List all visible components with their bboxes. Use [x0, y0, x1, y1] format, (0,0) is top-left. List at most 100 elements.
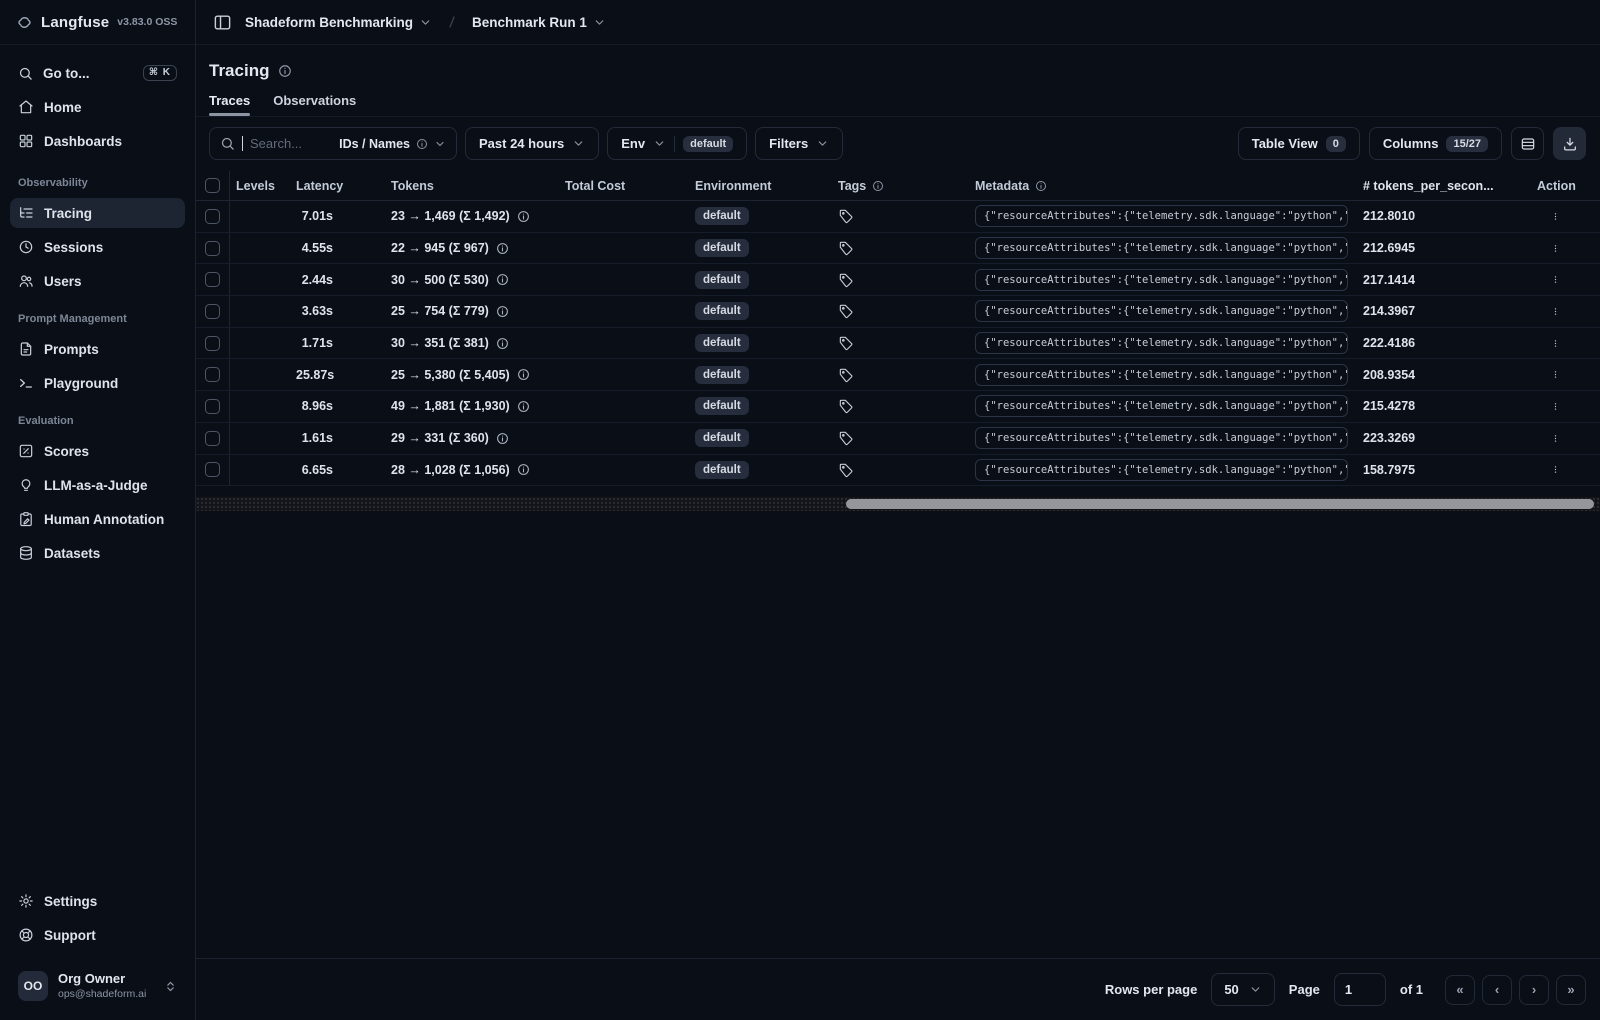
row-checkbox[interactable]	[205, 335, 220, 351]
row-checkbox[interactable]	[205, 272, 220, 288]
project-selector[interactable]: Benchmark Run 1	[472, 15, 606, 30]
kebab-menu-icon[interactable]	[1548, 209, 1563, 224]
info-icon[interactable]	[517, 368, 530, 381]
scrollbar-thumb[interactable]	[846, 499, 1594, 510]
last-page-button[interactable]: »	[1556, 974, 1586, 1005]
row-checkbox[interactable]	[205, 430, 220, 446]
header-tokens[interactable]: Tokens	[371, 179, 551, 193]
table-row[interactable]: 25.87s 25 → 5,380 (Σ 5,405) default {"re…	[196, 359, 1600, 392]
sidebar-item-datasets[interactable]: Datasets	[10, 538, 185, 568]
select-all-checkbox[interactable]	[205, 178, 220, 193]
table-row[interactable]: 7.01s 23 → 1,469 (Σ 1,492) default {"res…	[196, 201, 1600, 233]
tag-icon[interactable]	[838, 240, 854, 256]
metadata-preview[interactable]: {"resourceAttributes":{"telemetry.sdk.la…	[975, 363, 1348, 386]
row-checkbox[interactable]	[205, 303, 220, 319]
sidebar-item-home[interactable]: Home	[10, 92, 185, 122]
info-icon[interactable]	[496, 432, 509, 445]
info-icon[interactable]	[517, 400, 530, 413]
sidebar-item-users[interactable]: Users	[10, 266, 185, 296]
table-row[interactable]: 4.55s 22 → 945 (Σ 967) default {"resourc…	[196, 232, 1600, 265]
prev-page-button[interactable]: ‹	[1482, 974, 1512, 1005]
next-page-button[interactable]: ›	[1519, 974, 1549, 1005]
metadata-preview[interactable]: {"resourceAttributes":{"telemetry.sdk.la…	[975, 237, 1348, 260]
row-checkbox[interactable]	[205, 367, 220, 383]
tag-icon[interactable]	[838, 335, 854, 351]
info-icon[interactable]	[517, 210, 530, 223]
header-total-cost[interactable]: Total Cost	[551, 179, 671, 193]
sidebar-item-tracing[interactable]: Tracing	[10, 198, 185, 228]
kebab-menu-icon[interactable]	[1548, 304, 1563, 319]
user-menu[interactable]: OO Org Owner ops@shadeform.ai	[10, 964, 185, 1008]
kebab-menu-icon[interactable]	[1548, 336, 1563, 351]
row-height-button[interactable]	[1511, 127, 1544, 160]
header-environment[interactable]: Environment	[671, 179, 811, 193]
table-row[interactable]: 8.96s 49 → 1,881 (Σ 1,930) default {"res…	[196, 391, 1600, 423]
info-icon[interactable]	[496, 273, 509, 286]
info-icon[interactable]	[496, 337, 509, 350]
search-mode-dropdown[interactable]: IDs / Names	[339, 137, 446, 151]
tag-icon[interactable]	[838, 398, 854, 414]
metadata-preview[interactable]: {"resourceAttributes":{"telemetry.sdk.la…	[975, 268, 1348, 291]
tag-icon[interactable]	[838, 303, 854, 319]
tab-traces[interactable]: Traces	[209, 93, 251, 116]
info-icon[interactable]	[496, 242, 509, 255]
env-dropdown[interactable]: Env default	[607, 127, 748, 160]
tab-observations[interactable]: Observations	[273, 93, 356, 116]
metadata-preview[interactable]: {"resourceAttributes":{"telemetry.sdk.la…	[975, 205, 1348, 228]
sidebar-toggle-button[interactable]	[209, 9, 235, 35]
org-selector[interactable]: Shadeform Benchmarking	[245, 15, 432, 30]
header-latency[interactable]: Latency	[296, 179, 371, 193]
goto-search[interactable]: Go to... ⌘ K	[10, 58, 185, 88]
kebab-menu-icon[interactable]	[1548, 462, 1563, 477]
table-row[interactable]: 3.63s 25 → 754 (Σ 779) default {"resourc…	[196, 296, 1600, 328]
sidebar-item-llm-as-a-judge[interactable]: LLM-as-a-Judge	[10, 470, 185, 500]
table-row[interactable]: 6.65s 28 → 1,028 (Σ 1,056) default {"res…	[196, 454, 1600, 487]
sidebar-item-sessions[interactable]: Sessions	[10, 232, 185, 262]
tag-icon[interactable]	[838, 272, 854, 288]
rows-per-page-select[interactable]: 50	[1211, 973, 1275, 1006]
sidebar-item-prompts[interactable]: Prompts	[10, 334, 185, 364]
tag-icon[interactable]	[838, 367, 854, 383]
kebab-menu-icon[interactable]	[1548, 241, 1563, 256]
metadata-preview[interactable]: {"resourceAttributes":{"telemetry.sdk.la…	[975, 427, 1348, 450]
header-tags[interactable]: Tags	[811, 179, 975, 193]
tag-icon[interactable]	[838, 208, 854, 224]
columns-button[interactable]: Columns 15/27	[1368, 127, 1502, 160]
time-range-dropdown[interactable]: Past 24 hours	[465, 127, 600, 160]
search-input[interactable]: Search... IDs / Names	[209, 127, 457, 160]
metadata-preview[interactable]: {"resourceAttributes":{"telemetry.sdk.la…	[975, 395, 1348, 418]
filters-dropdown[interactable]: Filters	[755, 127, 844, 160]
first-page-button[interactable]: «	[1445, 974, 1475, 1005]
table-view-button[interactable]: Table View 0	[1237, 127, 1360, 160]
export-button[interactable]	[1553, 127, 1586, 160]
header-metadata[interactable]: Metadata	[975, 179, 1360, 193]
table-row[interactable]: 2.44s 30 → 500 (Σ 530) default {"resourc…	[196, 264, 1600, 297]
info-icon[interactable]	[517, 463, 530, 476]
kebab-menu-icon[interactable]	[1548, 367, 1563, 382]
sidebar-item-settings[interactable]: Settings	[10, 886, 185, 916]
kebab-menu-icon[interactable]	[1548, 272, 1563, 287]
table-row[interactable]: 1.71s 30 → 351 (Σ 381) default {"resourc…	[196, 327, 1600, 360]
row-checkbox[interactable]	[205, 462, 220, 478]
metadata-preview[interactable]: {"resourceAttributes":{"telemetry.sdk.la…	[975, 458, 1348, 481]
tag-icon[interactable]	[838, 430, 854, 446]
metadata-preview[interactable]: {"resourceAttributes":{"telemetry.sdk.la…	[975, 300, 1348, 323]
sidebar-item-playground[interactable]: Playground	[10, 368, 185, 398]
row-checkbox[interactable]	[205, 398, 220, 414]
header-levels[interactable]: Levels	[230, 179, 296, 193]
row-checkbox[interactable]	[205, 208, 220, 224]
kebab-menu-icon[interactable]	[1548, 431, 1563, 446]
tag-icon[interactable]	[838, 462, 854, 478]
horizontal-scrollbar[interactable]	[196, 497, 1600, 512]
sidebar-item-human-annotation[interactable]: Human Annotation	[10, 504, 185, 534]
page-number-input[interactable]: 1	[1333, 973, 1386, 1006]
info-icon[interactable]	[496, 305, 509, 318]
row-checkbox[interactable]	[205, 240, 220, 256]
sidebar-item-scores[interactable]: Scores	[10, 436, 185, 466]
sidebar-item-support[interactable]: Support	[10, 920, 185, 950]
kebab-menu-icon[interactable]	[1548, 399, 1563, 414]
metadata-preview[interactable]: {"resourceAttributes":{"telemetry.sdk.la…	[975, 332, 1348, 355]
header-tokens-per-second[interactable]: # tokens_per_secon...	[1360, 179, 1523, 193]
table-row[interactable]: 1.61s 29 → 331 (Σ 360) default {"resourc…	[196, 422, 1600, 455]
sidebar-item-dashboards[interactable]: Dashboards	[10, 126, 185, 156]
